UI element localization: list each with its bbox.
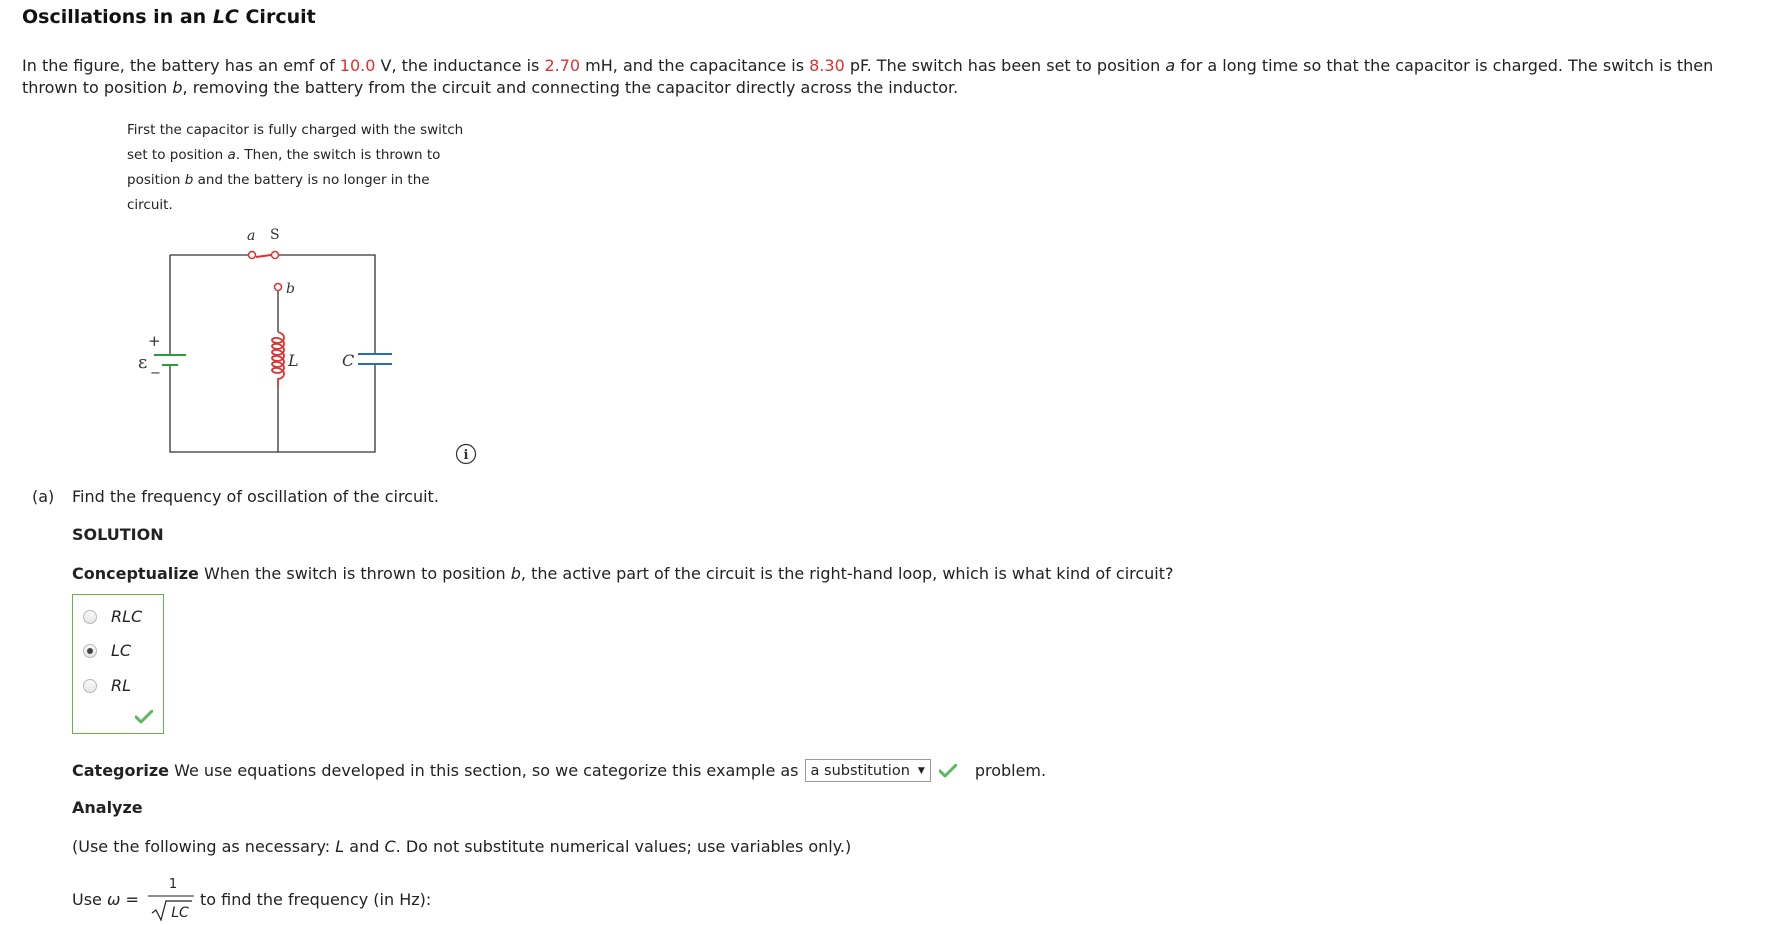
variables-instruction: (Use the following as necessary: L and C… xyxy=(72,837,851,856)
lc-circuit-diagram: a S b + ε − L C xyxy=(138,227,392,453)
omega-symbol: ω xyxy=(106,890,121,909)
label-c: C xyxy=(342,351,354,370)
conceptualize-label: Conceptualize xyxy=(72,564,199,583)
option-label: RL xyxy=(111,676,132,695)
label-l: L xyxy=(287,351,299,370)
option-rlc[interactable]: RLC xyxy=(83,607,142,626)
instruction-text: and xyxy=(344,837,385,856)
fraction-numerator: 1 xyxy=(169,877,177,892)
categorize-label: Categorize xyxy=(72,761,170,780)
radio-rlc[interactable] xyxy=(83,609,97,624)
categorize-suffix: problem. xyxy=(974,761,1047,780)
categorize-prompt: Categorize We use equations developed in… xyxy=(72,759,1046,782)
label-b: b xyxy=(286,281,295,297)
instruction-text: . Do not substitute numerical values; us… xyxy=(395,837,852,856)
intro-text: In the figure, the battery has an emf of xyxy=(22,56,340,75)
intro-text: pF. The switch has been set to position xyxy=(844,56,1166,75)
correct-check-icon xyxy=(135,710,153,724)
switch-pivot xyxy=(270,250,280,260)
switch-terminal-a xyxy=(247,250,257,260)
option-label: LC xyxy=(111,641,132,660)
circuit-type-choices: RLC LC RL xyxy=(72,594,164,734)
switch-terminal-b xyxy=(273,282,283,292)
intro-text: V, the inductance is xyxy=(375,56,545,75)
category-select-value: a substitution xyxy=(810,762,910,779)
battery-minus: − xyxy=(150,366,161,381)
part-a-question: (a) Find the frequency of oscillation of … xyxy=(32,487,439,506)
label-s: S xyxy=(270,227,280,243)
battery xyxy=(154,354,186,366)
problem-intro: In the figure, the battery has an emf of… xyxy=(22,55,1772,99)
label-a: a xyxy=(247,228,255,244)
var-c: C xyxy=(384,837,396,856)
omega-prefix: Use ω = xyxy=(72,890,139,909)
analyze-heading: Analyze xyxy=(72,798,143,817)
capacitance-value: 8.30 xyxy=(809,56,845,75)
battery-plus: + xyxy=(148,332,161,350)
title-suffix: Circuit xyxy=(238,6,316,28)
solution-heading: SOLUTION xyxy=(72,525,164,544)
radio-lc[interactable] xyxy=(83,643,97,658)
category-select[interactable]: a substitution ▼ xyxy=(804,759,931,782)
dropdown-arrow-icon: ▼ xyxy=(917,765,925,776)
radio-rl[interactable] xyxy=(83,678,97,693)
conceptualize-text: When the switch is thrown to position xyxy=(198,564,511,583)
omega-fraction: 1 LC xyxy=(148,877,194,922)
intro-text: mH, and the capacitance is xyxy=(580,56,810,75)
info-glyph: i xyxy=(464,448,469,463)
inductance-value: 2.70 xyxy=(544,56,581,75)
var-l: L xyxy=(335,837,345,856)
option-label: RLC xyxy=(111,607,143,626)
emf-value: 10.0 xyxy=(339,56,376,75)
inductor xyxy=(271,331,285,387)
omega-formula-row: Use ω = 1 LC to find the frequency (in H… xyxy=(72,874,572,924)
conceptualize-pos-b: b xyxy=(510,564,521,583)
caption-a: a xyxy=(227,147,236,163)
emf-symbol: ε xyxy=(138,352,147,373)
info-icon[interactable]: i xyxy=(455,443,477,465)
title-prefix: Oscillations in an xyxy=(22,6,213,28)
part-a-label: (a) xyxy=(32,487,55,506)
part-a-text: Find the frequency of oscillation of the… xyxy=(72,487,439,506)
equals-sign: = xyxy=(120,890,139,909)
page-title: Oscillations in an LC Circuit xyxy=(22,6,316,28)
categorize-text: We use equations developed in this secti… xyxy=(169,761,799,780)
capacitor xyxy=(358,353,392,365)
switch-s xyxy=(247,250,283,292)
switch-blade xyxy=(255,254,272,258)
correct-check-icon xyxy=(938,763,957,777)
conceptualize-text: , the active part of the circuit is the … xyxy=(520,564,1174,583)
conceptualize-prompt: Conceptualize When the switch is thrown … xyxy=(72,564,1174,583)
figure-caption: First the capacitor is fully charged wit… xyxy=(127,118,477,218)
instruction-text: (Use the following as necessary: xyxy=(72,837,336,856)
intro-pos-b: b xyxy=(172,78,183,97)
omega-suffix: to find the frequency (in Hz): xyxy=(200,890,432,909)
title-italic: LC xyxy=(212,6,239,28)
fraction-denominator: LC xyxy=(171,905,189,921)
option-lc[interactable]: LC xyxy=(83,641,131,660)
use-text: Use xyxy=(72,890,107,909)
option-rl[interactable]: RL xyxy=(83,676,131,695)
intro-pos-a: a xyxy=(1165,56,1176,75)
intro-text: , removing the battery from the circuit … xyxy=(182,78,959,97)
